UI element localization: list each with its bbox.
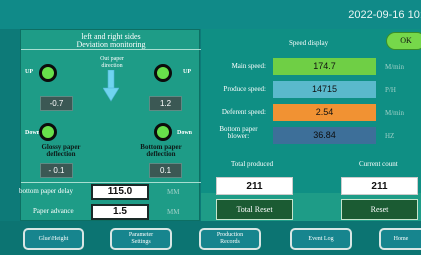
total-produced-label: Total produced xyxy=(231,160,274,168)
out-paper-direction-label: Out paper direction xyxy=(88,56,136,70)
paper-advance-unit: MM xyxy=(167,208,180,216)
paper-advance-label: Paper advance xyxy=(33,207,74,215)
nav-param-line1: Parameter xyxy=(128,232,154,238)
right-up-label: UP xyxy=(183,69,191,75)
glossy-deflection-value: - 0.1 xyxy=(40,163,73,178)
left-up-indicator xyxy=(39,64,57,82)
left-deviation-value: -0.7 xyxy=(40,96,73,111)
glossy-line2: deflection xyxy=(46,150,76,158)
bottom-delay-unit: MM xyxy=(167,188,180,196)
bottom-delay-input[interactable]: 115.0 xyxy=(91,184,149,200)
nav-event-log[interactable]: Event Log xyxy=(290,228,352,250)
nav-home[interactable]: Home xyxy=(379,228,421,250)
deferent-speed-unit: M/min xyxy=(385,109,405,117)
bottom-deflection-value: 0.1 xyxy=(149,163,182,178)
bottom-delay-label: bottom paper delay xyxy=(19,187,74,195)
deviation-divider-bottom xyxy=(21,182,201,183)
nav-glue-height[interactable]: Glue\Height xyxy=(23,228,84,250)
main-speed-label: Main speed: xyxy=(231,62,266,70)
out-paper-line2: direction xyxy=(101,63,123,69)
paper-advance-input[interactable]: 1.5 xyxy=(91,204,149,220)
nav-param-line2: Settings xyxy=(131,239,151,245)
current-count-value: 211 xyxy=(341,177,418,195)
total-reset-button[interactable]: Total Reset xyxy=(216,199,293,220)
datetime-display: 2022-09-16 10:5 xyxy=(348,9,421,21)
produce-speed-unit: P/H xyxy=(385,86,396,94)
blower-value: 36.84 xyxy=(273,127,376,144)
out-paper-line1: Out paper xyxy=(100,56,124,62)
deferent-speed-value: 2.54 xyxy=(273,104,376,121)
left-down-label: Down xyxy=(25,130,41,136)
top-bar: 2022-09-16 10:5 xyxy=(0,0,421,29)
blower-label: Bottom paper blower: xyxy=(211,126,266,140)
nav-production-records[interactable]: Production Records xyxy=(199,228,261,250)
nav-prod-line2: Records xyxy=(220,239,240,245)
left-down-indicator xyxy=(39,123,57,141)
deviation-divider-top xyxy=(21,49,201,50)
produce-speed-label: Produce speed: xyxy=(223,85,266,93)
left-up-label: UP xyxy=(25,69,33,75)
status-badge: OK xyxy=(386,32,421,50)
current-count-label: Current count xyxy=(359,160,398,168)
glossy-deflection-label: Glossy paper deflection xyxy=(31,144,91,158)
produce-speed-value: 14715 xyxy=(273,81,376,98)
nav-prod-line1: Production xyxy=(216,232,244,238)
total-produced-value: 211 xyxy=(216,177,293,195)
deviation-panel: left and right sides Deviation monitorin… xyxy=(19,29,201,221)
bottom-navigation: Glue\Height Parameter Settings Production… xyxy=(0,221,421,255)
right-down-indicator xyxy=(154,123,172,141)
right-down-label: Down xyxy=(177,130,193,136)
main-speed-unit: M/min xyxy=(385,63,405,71)
down-arrow-icon xyxy=(103,70,119,102)
blower-unit: HZ xyxy=(385,132,395,140)
blower-line2: blower: xyxy=(227,132,250,140)
bottom-line2: deflection xyxy=(146,150,176,158)
main-speed-value: 174.7 xyxy=(273,58,376,75)
right-up-indicator xyxy=(154,64,172,82)
speed-display-title: Speed display xyxy=(289,39,329,47)
bottom-deflection-label: Bottom paper deflection xyxy=(131,144,191,158)
reset-button[interactable]: Reset xyxy=(341,199,418,220)
nav-parameter-settings[interactable]: Parameter Settings xyxy=(110,228,172,250)
right-deviation-value: 1.2 xyxy=(149,96,182,111)
deviation-title-line2: Deviation monitoring xyxy=(76,40,146,49)
deferent-speed-label: Deferent speed: xyxy=(221,108,266,116)
